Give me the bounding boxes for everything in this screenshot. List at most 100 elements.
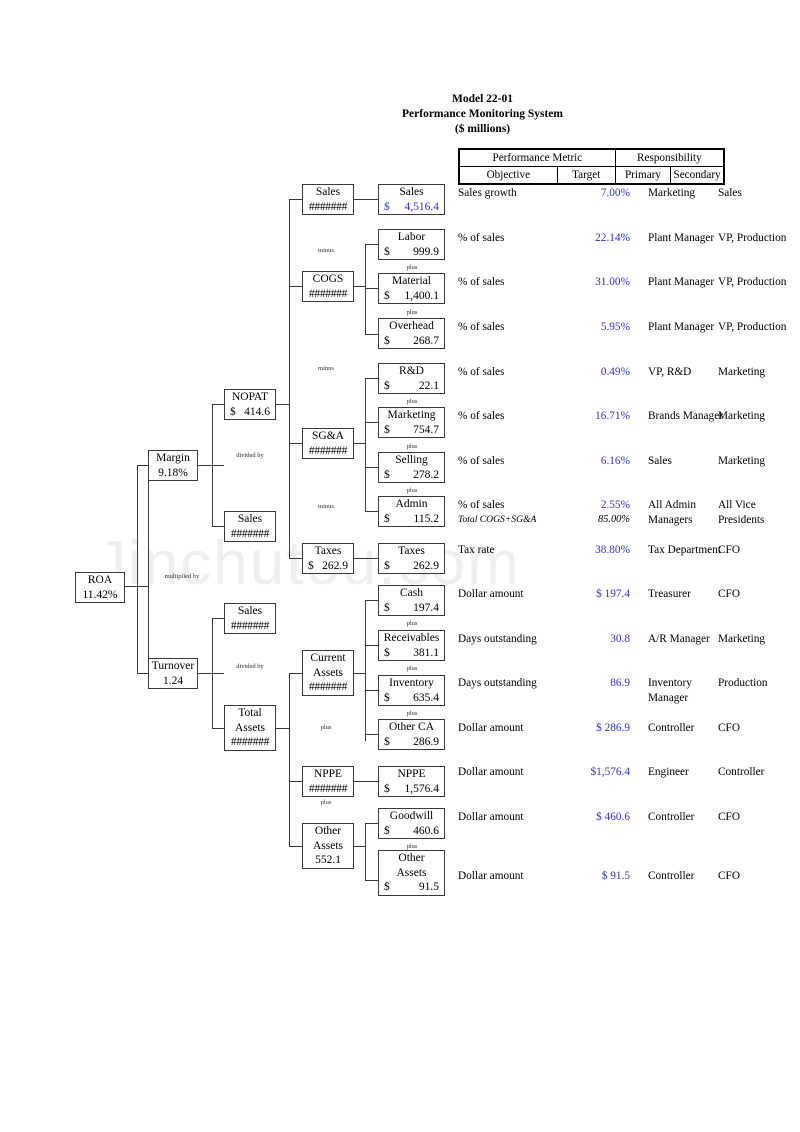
currency-symbol: $ — [384, 559, 390, 572]
metric-row: % of sales 31.00% Plant Manager VP, Product… — [458, 275, 786, 305]
node-roa-label: ROA — [87, 574, 113, 586]
node-inventory[interactable]: Inventory $ 635.4 — [378, 675, 445, 706]
node-other-assets-l3[interactable]: Other Assets 552.1 — [302, 823, 354, 869]
node-goodwill[interactable]: Goodwill $ 460.6 — [378, 808, 445, 839]
node-selling-amount: $ 278.2 — [379, 468, 444, 482]
metric-target: 7.00% — [600, 187, 630, 199]
node-marketing[interactable]: Marketing $ 754.7 — [378, 407, 445, 438]
metric-primary-owner: Marketing — [648, 187, 696, 199]
node-taxes-l3[interactable]: Taxes $ 262.9 — [302, 543, 354, 574]
node-selling[interactable]: Selling $ 278.2 — [378, 452, 445, 483]
node-other-ca-label: Other CA — [388, 721, 435, 733]
node-other-assets-label-1: Other — [314, 825, 342, 837]
connector — [354, 781, 378, 783]
operator-plus: plus — [406, 710, 418, 717]
node-admin[interactable]: Admin $ 115.2 — [378, 496, 445, 527]
connector — [289, 199, 291, 559]
node-nopat[interactable]: NOPAT $ 414.6 — [224, 389, 276, 420]
currency-symbol: $ — [384, 735, 390, 748]
node-marketing-amount: $ 754.7 — [379, 423, 444, 437]
operator-plus: plus — [406, 620, 418, 627]
connector — [289, 443, 302, 445]
node-inventory-value: 635.4 — [413, 691, 439, 704]
metric-objective: % of sales Total COGS+SG&A — [458, 498, 578, 527]
node-nppe-l4[interactable]: NPPE $ 1,576.4 — [378, 766, 445, 797]
node-nppe-label: NPPE — [313, 768, 343, 780]
node-taxes-amount: $ 262.9 — [379, 559, 444, 573]
node-sales-label: Sales — [399, 186, 424, 198]
operator-divided-by: divided by — [236, 663, 264, 670]
title-line-2: Performance Monitoring System — [402, 108, 563, 120]
page-title: Model 22-01 Performance Monitoring Syste… — [270, 92, 695, 137]
metric-target: 16.71% — [595, 410, 630, 422]
metric-objective: % of sales — [458, 321, 505, 333]
node-other-ca[interactable]: Other CA $ 286.9 — [378, 719, 445, 750]
node-roa[interactable]: ROA 11.42% — [75, 572, 125, 603]
node-other-assets-value: 552.1 — [315, 854, 341, 867]
node-cogs-label: COGS — [312, 273, 344, 285]
metric-secondary-owner: CFO — [718, 811, 740, 823]
metric-primary-owner: A/R Manager — [648, 633, 710, 645]
node-rd[interactable]: R&D $ 22.1 — [378, 363, 445, 394]
metric-row: Dollar amount $ 197.4 Treasurer CFO — [458, 587, 758, 617]
metric-target: 6.16% — [600, 455, 630, 467]
node-admin-label: Admin — [395, 498, 428, 510]
node-taxes-label: Taxes — [398, 545, 425, 557]
node-turnover[interactable]: Turnover 1.24 — [148, 658, 198, 689]
metric-row: Tax rate 38.80% Tax Department CFO — [458, 543, 758, 573]
node-sales-margin-denominator[interactable]: Sales ####### — [224, 511, 276, 542]
operator-multiplied-by: multiplied by — [164, 573, 200, 580]
node-material-value: 1,400.1 — [404, 289, 440, 302]
metric-primary-owner: All Admin Managers — [648, 499, 697, 526]
metric-primary-owner: Tax Department — [648, 544, 721, 556]
node-cogs[interactable]: COGS ####### — [302, 271, 354, 302]
metric-primary-owner: VP, R&D — [648, 366, 692, 378]
connector — [365, 645, 378, 647]
connector — [212, 618, 214, 728]
node-overhead[interactable]: Overhead $ 268.7 — [378, 318, 445, 349]
metric-objective: % of sales — [458, 455, 505, 467]
node-current-assets[interactable]: Current Assets ####### — [302, 650, 354, 696]
metric-primary-owner: Plant Manager — [648, 321, 715, 333]
node-taxes-l4[interactable]: Taxes $ 262.9 — [378, 543, 445, 574]
connector — [365, 690, 378, 692]
operator-plus: plus — [406, 843, 418, 850]
currency-symbol: $ — [230, 405, 236, 418]
node-sales-value: ####### — [308, 200, 348, 213]
header-objective: Objective — [459, 166, 558, 184]
node-roa-value: 11.42% — [82, 588, 118, 601]
connector — [137, 465, 139, 673]
metric-target: $ 91.5 — [601, 870, 630, 882]
metric-objective: Sales growth — [458, 187, 517, 199]
node-cogs-value: ####### — [308, 287, 348, 300]
currency-symbol: $ — [384, 881, 390, 894]
node-sales-value: ####### — [230, 527, 270, 540]
title-line-1: Model 22-01 — [451, 93, 513, 105]
node-nppe-l3[interactable]: NPPE ####### — [302, 766, 354, 797]
node-sales-l3[interactable]: Sales ####### — [302, 184, 354, 215]
node-sga[interactable]: SG&A ####### — [302, 428, 354, 459]
node-margin[interactable]: Margin 9.18% — [148, 450, 198, 481]
connector — [365, 467, 378, 469]
node-cash[interactable]: Cash $ 197.4 — [378, 585, 445, 616]
metric-objective: % of sales — [458, 410, 505, 422]
node-cash-label: Cash — [400, 587, 423, 599]
connector — [212, 728, 224, 730]
node-sales-turnover-numerator[interactable]: Sales ####### — [224, 603, 276, 634]
node-labor[interactable]: Labor $ 999.9 — [378, 229, 445, 260]
node-taxes-label: Taxes — [314, 545, 342, 557]
currency-symbol: $ — [384, 512, 390, 525]
node-sales-l4[interactable]: Sales $ 4,516.4 — [378, 184, 445, 215]
node-total-assets[interactable]: Total Assets ####### — [224, 705, 276, 751]
connector — [365, 244, 378, 246]
node-other-assets-l4[interactable]: Other Assets $ 91.5 — [378, 850, 445, 896]
metric-row: Days outstanding 86.9 Inventory Manager Pro… — [458, 676, 768, 706]
connector — [289, 199, 302, 201]
node-receivables[interactable]: Receivables $ 381.1 — [378, 630, 445, 661]
operator-plus: plus — [406, 398, 418, 405]
metric-objective: Dollar amount — [458, 588, 524, 600]
operator-minus: minus — [318, 503, 334, 510]
node-material[interactable]: Material $ 1,400.1 — [378, 273, 445, 304]
currency-symbol: $ — [384, 334, 390, 347]
metric-secondary-owner: Sales — [718, 187, 742, 199]
